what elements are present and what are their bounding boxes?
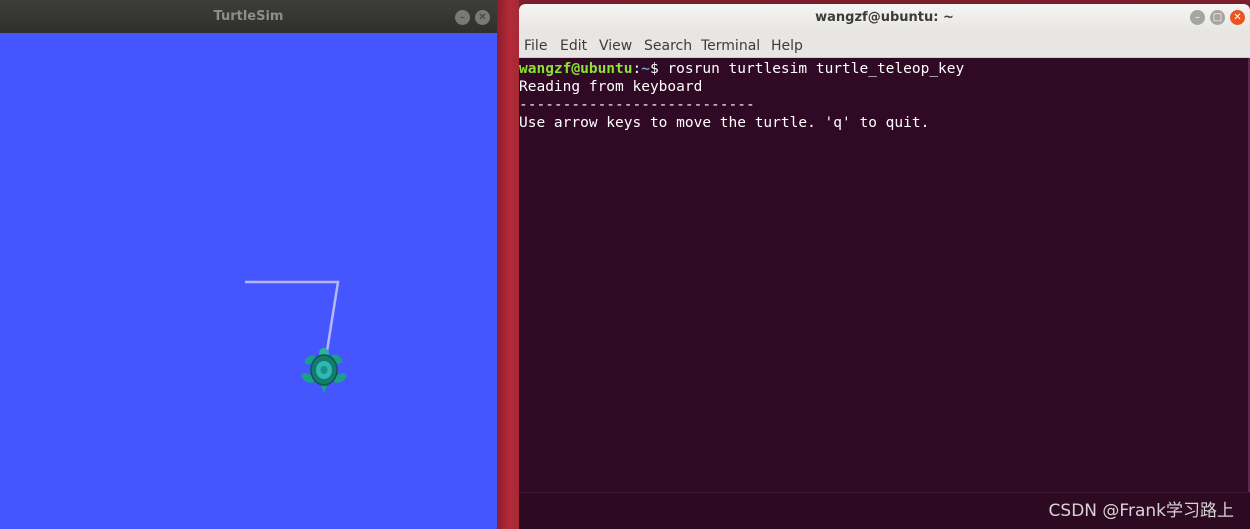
menu-edit[interactable]: Edit	[560, 38, 587, 54]
menu-search[interactable]: Search	[644, 38, 692, 54]
output-line: Use arrow keys to move the turtle. 'q' t…	[519, 115, 930, 131]
close-button[interactable]: ✕	[1230, 10, 1245, 25]
close-button[interactable]: ✕	[475, 10, 490, 25]
terminal-window: wangzf@ubuntu: ~ – □ ✕ File Edit View Se…	[519, 4, 1250, 529]
terminal-menubar: File Edit View Search Terminal Help	[519, 34, 1250, 58]
maximize-button[interactable]: □	[1210, 10, 1225, 25]
turtle-path	[245, 280, 340, 352]
output-line: ---------------------------	[519, 97, 755, 113]
prompt-symbol: $	[649, 61, 668, 77]
terminal-title: wangzf@ubuntu: ~	[815, 10, 954, 25]
menu-terminal[interactable]: Terminal	[701, 38, 760, 54]
menu-help[interactable]: Help	[771, 38, 803, 54]
turtle-icon	[301, 348, 347, 393]
menu-view[interactable]: View	[599, 38, 632, 54]
turtlesim-drawing	[245, 280, 347, 393]
terminal-output[interactable]: wangzf@ubuntu:~$ rosrun turtlesim turtle…	[519, 58, 1250, 492]
watermark-text: CSDN @Frank学习路上	[1048, 501, 1234, 521]
prompt-path: ~	[641, 61, 650, 77]
prompt-separator: :	[632, 61, 642, 77]
menu-file[interactable]: File	[524, 38, 547, 54]
terminal-titlebar[interactable]: wangzf@ubuntu: ~ – □ ✕	[519, 4, 1250, 34]
output-line: Reading from keyboard	[519, 79, 703, 95]
prompt-line: wangzf@ubuntu:~$ rosrun turtlesim turtle…	[519, 60, 1250, 78]
desktop-background	[497, 0, 519, 529]
command-text: rosrun turtlesim turtle_teleop_key	[667, 61, 965, 77]
turtlesim-window: TurtleSim – ✕	[0, 0, 497, 529]
turtlesim-title: TurtleSim	[213, 9, 284, 24]
minimize-button[interactable]: –	[455, 10, 470, 25]
prompt-user-host: wangzf@ubuntu	[519, 61, 633, 77]
turtlesim-titlebar[interactable]: TurtleSim – ✕	[0, 0, 497, 33]
turtlesim-canvas	[0, 33, 497, 529]
minimize-button[interactable]: –	[1190, 10, 1205, 25]
